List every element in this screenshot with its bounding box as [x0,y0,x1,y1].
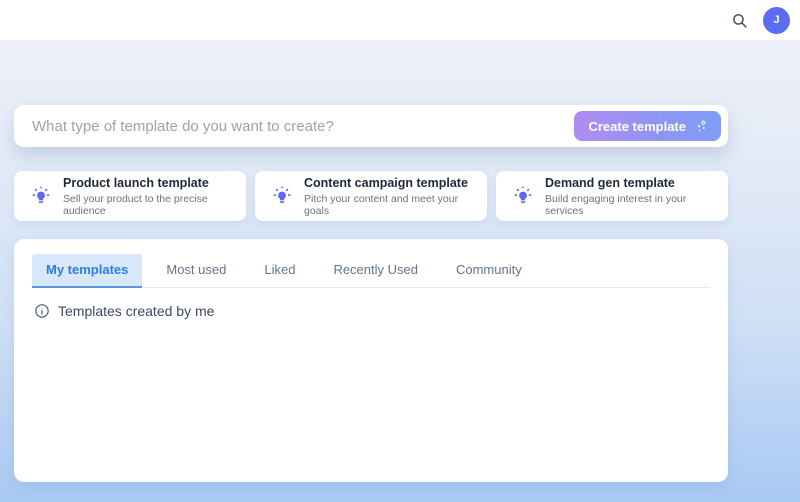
sparkles-icon [694,119,709,134]
card-text: Content campaign template Pitch your con… [304,175,475,217]
info-icon [34,303,50,319]
tab-liked[interactable]: Liked [250,254,309,288]
tab-recently-used[interactable]: Recently Used [319,254,432,288]
suggestion-card-product-launch[interactable]: Product launch template Sell your produc… [14,171,246,221]
card-text: Demand gen template Build engaging inter… [545,175,716,217]
search-icon [731,12,748,29]
card-subtitle: Pitch your content and meet your goals [304,193,459,218]
user-avatar[interactable]: J [763,6,790,34]
main-content: Create template [14,105,728,482]
create-template-label: Create template [588,118,686,134]
lightbulb-icon [271,185,293,207]
template-prompt-input[interactable] [32,117,575,135]
card-title: Product launch template [63,175,209,190]
tab-most-used[interactable]: Most used [152,254,240,288]
templates-tabs: My templates Most used Liked Recently Us… [32,254,710,288]
lightbulb-icon [30,185,52,207]
tab-my-templates[interactable]: My templates [32,254,143,288]
card-subtitle: Sell your product to the precise audienc… [63,193,208,218]
card-text: Product launch template Sell your produc… [63,175,234,217]
suggestion-card-content-campaign[interactable]: Content campaign template Pitch your con… [255,171,487,221]
empty-state-text: Templates created by me [58,303,215,319]
suggestion-cards-row: Product launch template Sell your produc… [14,171,728,221]
tab-community[interactable]: Community [442,254,536,288]
card-title: Content campaign template [304,175,468,190]
create-template-button[interactable]: Create template [574,111,721,141]
template-prompt-bar: Create template [14,105,728,147]
suggestion-card-demand-gen[interactable]: Demand gen template Build engaging inter… [496,171,728,221]
lightbulb-icon [512,185,534,207]
empty-state-row: Templates created by me [32,303,710,319]
top-bar: J [0,0,800,40]
card-title: Demand gen template [545,175,675,190]
card-subtitle: Build engaging interest in your services [545,193,687,218]
search-button[interactable] [727,8,751,32]
templates-panel: My templates Most used Liked Recently Us… [14,239,728,482]
